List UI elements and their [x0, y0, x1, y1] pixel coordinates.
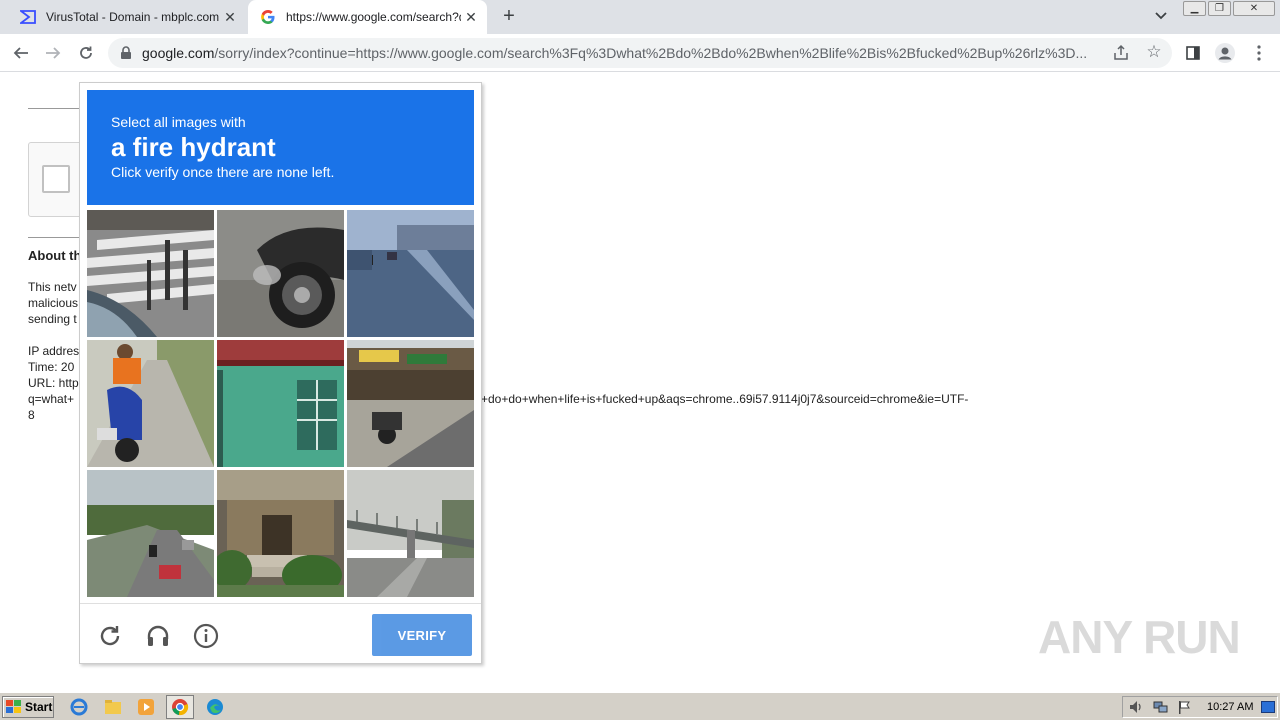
reload-icon[interactable]	[75, 42, 97, 64]
show-desktop-icon[interactable]	[1261, 701, 1275, 713]
anyrun-watermark: ANY RUN	[1038, 611, 1241, 663]
chrome-icon	[172, 699, 189, 716]
verify-button[interactable]: VERIFY	[372, 614, 472, 656]
challenge-hint: Click verify once there are none left.	[111, 164, 335, 180]
image-grid	[87, 210, 474, 597]
window-controls: ▁ ❐ ✕	[1183, 1, 1275, 17]
image-tile[interactable]	[347, 210, 474, 337]
minimize-icon[interactable]: ▁	[1183, 1, 1206, 16]
tab-virustotal[interactable]: VirusTotal - Domain - mbplc.com ✕	[8, 0, 246, 34]
address-bar[interactable]: google.com/sorry/index?continue=https://…	[108, 38, 1172, 68]
network-icon[interactable]	[1153, 700, 1169, 719]
url-line-2: q=what+	[28, 392, 75, 406]
url-line-3: 8	[28, 408, 35, 422]
clock: 10:27 AM	[1207, 701, 1254, 713]
tab-strip: VirusTotal - Domain - mbplc.com ✕ https:…	[0, 0, 1280, 34]
tab-title: https://www.google.com/search?q=	[286, 10, 461, 24]
paragraph-line: This netv	[28, 280, 77, 294]
reload-challenge-icon[interactable]	[96, 622, 124, 650]
challenge-target: a fire hydrant	[111, 132, 276, 162]
virustotal-icon	[20, 9, 36, 25]
image-tile[interactable]	[87, 210, 214, 337]
image-tile[interactable]	[87, 470, 214, 597]
back-icon[interactable]	[10, 42, 32, 64]
image-tile[interactable]	[347, 340, 474, 467]
url-tail-text: +do+do+when+life+is+fucked+up&aqs=chrome…	[481, 392, 969, 406]
volume-icon[interactable]	[1129, 700, 1145, 719]
image-tile[interactable]	[217, 470, 344, 597]
time-line: Time: 20	[28, 360, 75, 374]
bookmark-star-icon[interactable]: ☆	[1144, 42, 1164, 62]
taskbar: Start 10:27 AM	[0, 692, 1280, 720]
side-panel-icon[interactable]	[1182, 42, 1204, 64]
google-icon	[260, 9, 276, 25]
tab-title: VirusTotal - Domain - mbplc.com	[46, 10, 220, 24]
chrome-taskbar-button[interactable]	[166, 695, 194, 719]
ip-line: IP addres	[28, 344, 80, 358]
paragraph-line: malicious	[28, 296, 79, 310]
close-tab-icon[interactable]: ✕	[220, 7, 240, 27]
chevron-down-icon[interactable]	[1152, 9, 1170, 25]
recaptcha-challenge: Select all images with a fire hydrant Cl…	[79, 82, 482, 664]
audio-challenge-icon[interactable]	[144, 622, 172, 650]
windows-logo-icon	[6, 700, 21, 713]
paragraph-line: sending t	[28, 312, 77, 326]
image-tile[interactable]	[87, 340, 214, 467]
image-tile[interactable]	[347, 470, 474, 597]
challenge-header: Select all images with a fire hydrant Cl…	[87, 90, 474, 205]
lock-icon[interactable]	[120, 46, 132, 60]
challenge-instruction: Select all images with	[111, 114, 246, 130]
profile-avatar-icon[interactable]	[1214, 42, 1236, 64]
start-label: Start	[25, 700, 53, 714]
close-window-icon[interactable]: ✕	[1233, 1, 1275, 16]
url-text: google.com/sorry/index?continue=https://…	[142, 45, 1108, 61]
restore-icon[interactable]: ❐	[1208, 1, 1231, 16]
about-heading: About th	[28, 248, 82, 263]
close-tab-icon[interactable]: ✕	[461, 7, 481, 27]
edge-icon[interactable]	[206, 698, 224, 716]
menu-kebab-icon[interactable]	[1248, 42, 1270, 64]
new-tab-icon[interactable]: +	[498, 6, 520, 28]
system-tray: 10:27 AM	[1122, 696, 1278, 718]
image-tile[interactable]	[217, 210, 344, 337]
info-icon[interactable]	[192, 622, 220, 650]
url-path: /sorry/index?continue=https://www.google…	[214, 45, 1088, 61]
internet-explorer-icon[interactable]	[70, 698, 88, 716]
url-line: URL: http	[28, 376, 79, 390]
file-explorer-icon[interactable]	[104, 698, 122, 716]
media-player-icon[interactable]	[137, 698, 155, 716]
image-tile[interactable]	[217, 340, 344, 467]
forward-icon[interactable]	[42, 42, 64, 64]
recaptcha-checkbox[interactable]	[42, 165, 70, 193]
share-icon[interactable]	[1112, 44, 1132, 62]
tab-google-search[interactable]: https://www.google.com/search?q= ✕	[248, 0, 487, 34]
browser-toolbar: google.com/sorry/index?continue=https://…	[0, 34, 1280, 72]
challenge-footer: VERIFY	[80, 603, 481, 663]
start-button[interactable]: Start	[2, 696, 54, 718]
flag-icon[interactable]	[1177, 700, 1191, 719]
url-host: google.com	[142, 45, 215, 61]
